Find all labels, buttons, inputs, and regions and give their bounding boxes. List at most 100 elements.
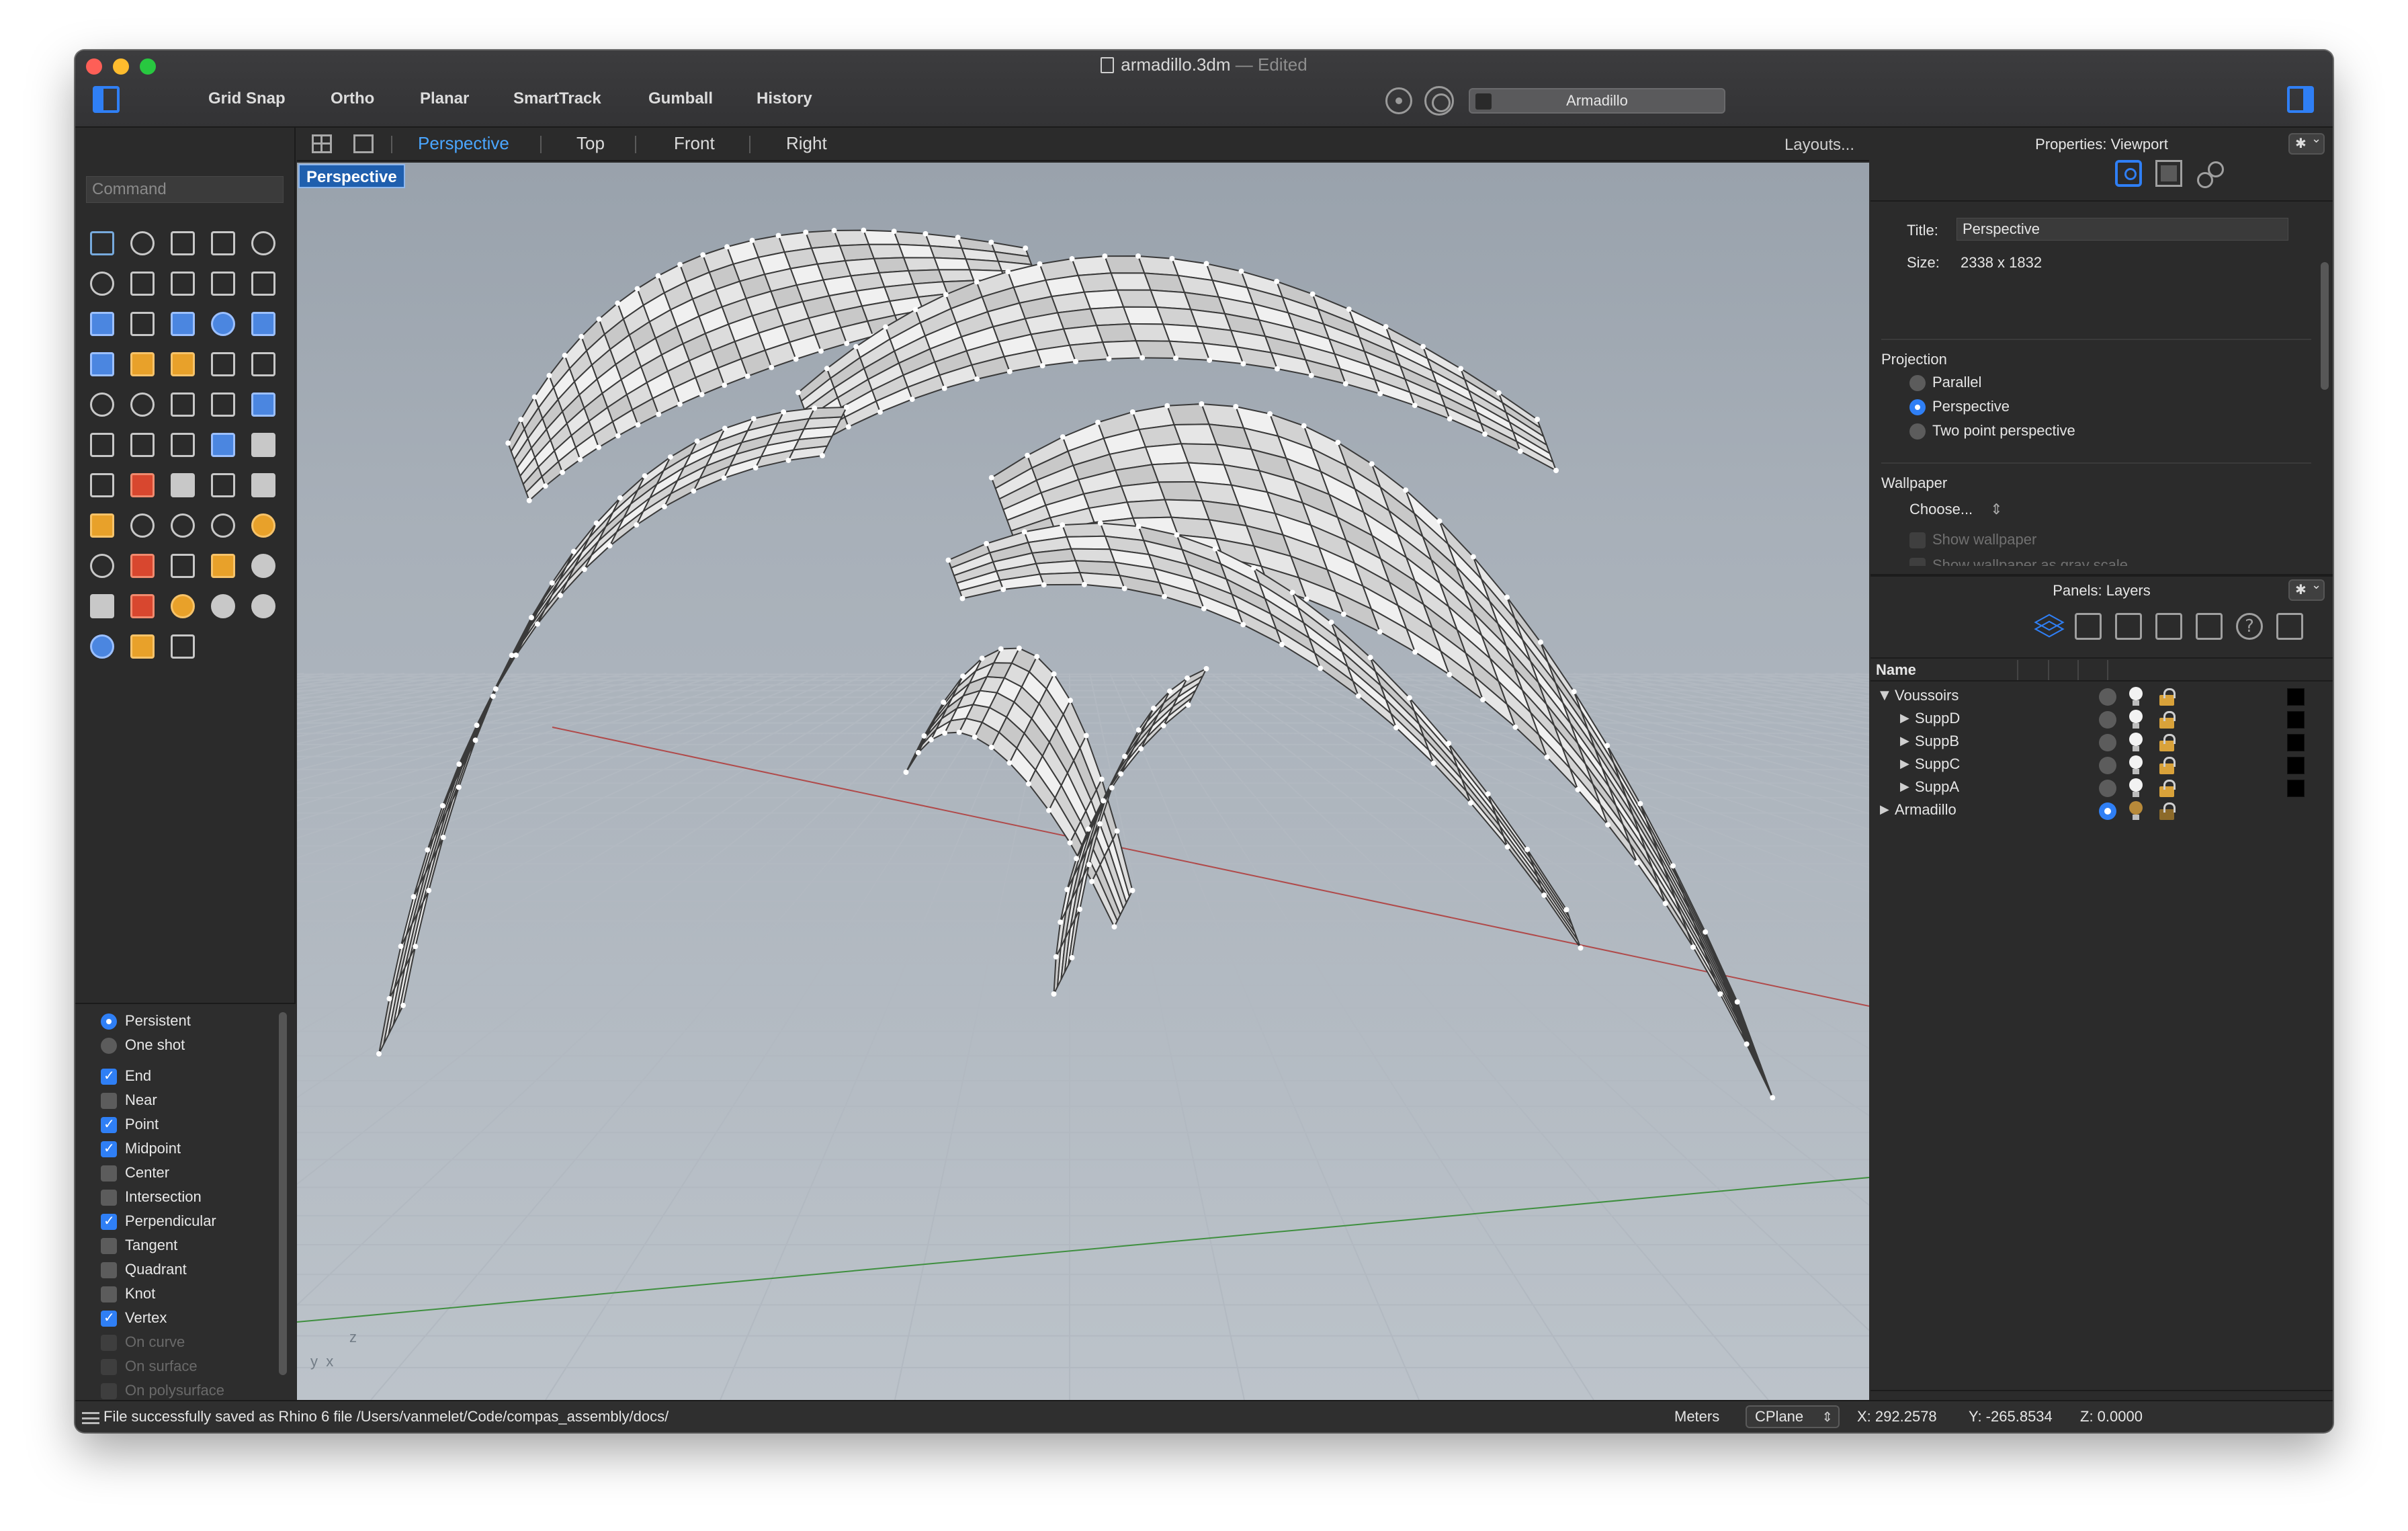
checkbox-indicator[interactable]	[101, 1335, 117, 1351]
surface-tool-icon[interactable]	[81, 302, 121, 343]
hide-tool-icon[interactable]	[121, 585, 161, 625]
table-icon[interactable]	[2276, 613, 2303, 640]
grid-array-tool-icon[interactable]	[81, 464, 121, 504]
left-sidebar-toggle-icon[interactable]	[93, 86, 120, 113]
tab-front[interactable]: Front	[674, 133, 715, 154]
tab-top[interactable]: Top	[576, 133, 605, 154]
layer-color-swatch[interactable]	[2287, 757, 2305, 774]
grid-snap-button[interactable]: Grid Snap	[208, 89, 286, 114]
persistent-radio-indicator[interactable]	[101, 1013, 117, 1030]
checkbox-indicator[interactable]	[101, 1286, 117, 1302]
single-view-layout-icon[interactable]	[353, 134, 374, 153]
osnap-target-icon[interactable]	[1424, 86, 1454, 116]
zoom-extents-tool-icon[interactable]	[202, 504, 242, 544]
checkbox-indicator[interactable]	[101, 1359, 117, 1375]
checkbox-indicator[interactable]	[101, 1238, 117, 1254]
move-tool-icon[interactable]	[81, 423, 121, 464]
page-icon[interactable]	[2075, 613, 2102, 640]
ortho-button[interactable]: Ortho	[331, 89, 374, 114]
fillet-curve-tool-icon[interactable]	[242, 262, 282, 302]
checkbox-indicator[interactable]	[101, 1140, 117, 1157]
polygon-tool-icon[interactable]	[202, 262, 242, 302]
layer-lock-icon[interactable]	[2158, 688, 2176, 706]
display-icon[interactable]	[2196, 613, 2223, 640]
trim-tool-icon[interactable]	[202, 343, 242, 383]
disclosure-closed-icon[interactable]: ▶	[1900, 711, 1909, 725]
shade-tool-icon[interactable]	[242, 464, 282, 504]
boolean-tool-icon[interactable]	[161, 343, 202, 383]
radio-indicator[interactable]	[1909, 399, 1926, 415]
current-layer-radio[interactable]	[2099, 780, 2116, 797]
edit-tool-icon[interactable]	[161, 423, 202, 464]
one-shot-radio-indicator[interactable]	[101, 1038, 117, 1054]
rotate-view-tool-icon[interactable]	[81, 544, 121, 585]
disclosure-open-icon[interactable]: ▼	[1880, 688, 1889, 702]
checkbox-indicator[interactable]	[101, 1262, 117, 1278]
checkbox-indicator[interactable]	[101, 1093, 117, 1109]
array-tool-icon[interactable]	[121, 423, 161, 464]
checkbox-indicator[interactable]	[101, 1067, 117, 1085]
ellipse-tool-icon[interactable]	[81, 262, 121, 302]
checkbox-indicator[interactable]	[1909, 558, 1926, 566]
checkbox-indicator[interactable]	[101, 1116, 117, 1133]
paint-tool-icon[interactable]	[161, 464, 202, 504]
current-layer-field[interactable]: Armadillo	[1469, 88, 1725, 114]
layers-icon[interactable]	[2034, 613, 2061, 640]
current-layer-radio[interactable]	[2099, 757, 2116, 774]
select-tool-icon[interactable]	[81, 222, 121, 262]
circle-tool-icon[interactable]	[242, 222, 282, 262]
text-tool-icon[interactable]	[242, 383, 282, 423]
analyze-tool-icon[interactable]	[121, 464, 161, 504]
zoom-tool-icon[interactable]	[121, 504, 161, 544]
disclosure-closed-icon[interactable]: ▶	[1900, 780, 1909, 794]
cplane-select[interactable]: CPlane	[1746, 1405, 1840, 1428]
layer-visibility-icon[interactable]	[2128, 801, 2143, 821]
group-tool-icon[interactable]	[81, 383, 121, 423]
gumball-button[interactable]: Gumball	[648, 89, 713, 114]
viewport-name-label[interactable]: Perspective	[298, 164, 405, 188]
split-tool-icon[interactable]	[242, 343, 282, 383]
layer-row[interactable]: ▶ SuppD	[1870, 708, 2333, 731]
radio-indicator[interactable]	[1909, 375, 1926, 391]
layer-visibility-icon[interactable]	[2128, 687, 2143, 707]
checkbox-indicator[interactable]	[101, 1212, 117, 1230]
environment-tool-icon[interactable]	[81, 625, 121, 665]
layer-lock-icon[interactable]	[2158, 780, 2176, 797]
zoom-window-tool-icon[interactable]	[161, 504, 202, 544]
units-label[interactable]: Meters	[1674, 1408, 1719, 1425]
explode-tool-icon[interactable]	[121, 343, 161, 383]
layer-visibility-icon[interactable]	[2128, 778, 2143, 798]
layer-color-swatch[interactable]	[2287, 734, 2305, 751]
checkbox-indicator[interactable]	[101, 1309, 117, 1327]
layer-visibility-icon[interactable]	[2128, 710, 2143, 730]
layer-lock-icon[interactable]	[2158, 757, 2176, 774]
curve-tool-icon[interactable]	[202, 222, 242, 262]
radio-indicator[interactable]	[1909, 423, 1926, 440]
sphere-tool-icon[interactable]	[202, 302, 242, 343]
ungroup-tool-icon[interactable]	[121, 383, 161, 423]
checkbox-indicator[interactable]	[101, 1165, 117, 1182]
perspective-viewport[interactable]: Perspective z y x	[297, 163, 1869, 1400]
link-icon[interactable]	[2196, 160, 2224, 188]
named-view-icon[interactable]	[2155, 613, 2182, 640]
join-tool-icon[interactable]	[161, 383, 202, 423]
checkbox-indicator[interactable]	[101, 1190, 117, 1206]
current-layer-radio[interactable]	[2099, 802, 2116, 820]
layers-gear-icon[interactable]	[2288, 578, 2325, 601]
layer-row[interactable]: ▼ Voussoirs	[1870, 686, 2333, 708]
tab-perspective[interactable]: Perspective	[418, 133, 509, 154]
planar-button[interactable]: Planar	[420, 89, 469, 114]
drafting-tool-icon[interactable]	[161, 625, 202, 665]
title-field[interactable]	[1956, 218, 2288, 241]
layer-lock-icon[interactable]	[2158, 734, 2176, 751]
camera-icon[interactable]	[2115, 160, 2142, 187]
transform-tool-icon[interactable]	[202, 423, 242, 464]
wallpaper-choose-select[interactable]: Choose... ⇕	[1909, 501, 2003, 518]
layer-row[interactable]: ▶ Armadillo	[1870, 800, 2333, 823]
layer-color-swatch[interactable]	[2287, 711, 2305, 729]
layer-row[interactable]: ▶ SuppA	[1870, 777, 2333, 800]
offset-tool-icon[interactable]	[202, 383, 242, 423]
point-tool-icon[interactable]	[121, 222, 161, 262]
four-view-layout-icon[interactable]	[312, 134, 332, 153]
smarttrack-button[interactable]: SmartTrack	[513, 89, 601, 114]
